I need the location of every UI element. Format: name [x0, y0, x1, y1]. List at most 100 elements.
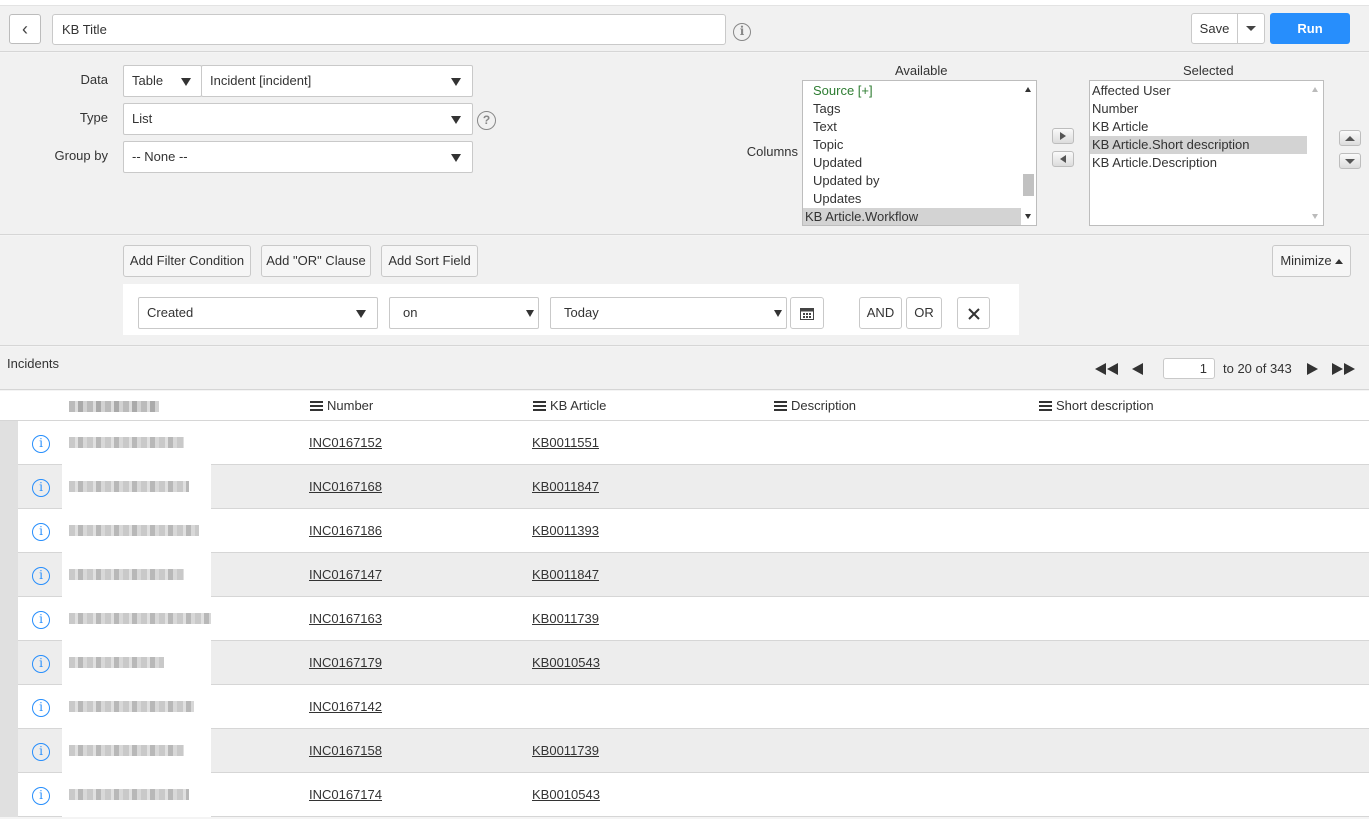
row-gutter: [0, 553, 18, 597]
last-page-button[interactable]: [1332, 363, 1356, 375]
available-item[interactable]: KB Article.Workflow: [803, 208, 1022, 225]
selected-item[interactable]: KB Article: [1090, 118, 1323, 136]
info-icon[interactable]: i: [32, 743, 50, 761]
incident-number-link[interactable]: INC0167174: [309, 787, 382, 802]
filter-condition-row: Created on Today AND OR: [123, 284, 1019, 335]
available-item[interactable]: Tags: [803, 100, 1036, 118]
arrow-left-icon: [1060, 155, 1066, 163]
add-column-button[interactable]: [1052, 128, 1074, 144]
add-filter-condition-button[interactable]: Add Filter Condition: [123, 245, 251, 277]
add-or-clause-button[interactable]: Add "OR" Clause: [261, 245, 371, 277]
add-sort-field-button[interactable]: Add Sort Field: [381, 245, 478, 277]
available-item[interactable]: Updated: [803, 154, 1036, 172]
kb-article-link[interactable]: KB0011847: [532, 567, 599, 582]
incident-number-link[interactable]: INC0167186: [309, 523, 382, 538]
selected-item[interactable]: KB Article.Description: [1090, 154, 1323, 172]
column-menu-icon[interactable]: [310, 400, 323, 411]
kb-article-link[interactable]: KB0011739: [532, 611, 599, 626]
table-row: i INC0167179 KB0010543: [0, 641, 1369, 685]
row-gutter: [0, 421, 18, 465]
and-button[interactable]: AND: [859, 297, 902, 329]
selected-scrollbar[interactable]: [1308, 81, 1323, 225]
selected-header: Selected: [1183, 63, 1234, 78]
available-item[interactable]: Text: [803, 118, 1036, 136]
column-menu-icon[interactable]: [533, 400, 546, 411]
filter-field-select[interactable]: Created: [138, 297, 378, 329]
available-item[interactable]: Topic: [803, 136, 1036, 154]
column-header-kb-article[interactable]: KB Article: [533, 398, 606, 413]
info-icon[interactable]: i: [733, 23, 751, 41]
data-source-select[interactable]: Table: [123, 65, 202, 97]
available-scrollbar[interactable]: [1021, 81, 1036, 225]
page-number-input[interactable]: 1: [1163, 358, 1215, 379]
info-icon[interactable]: i: [32, 699, 50, 717]
incident-number-link[interactable]: INC0167147: [309, 567, 382, 582]
info-icon[interactable]: i: [32, 567, 50, 585]
delete-condition-button[interactable]: [957, 297, 990, 329]
next-page-button[interactable]: [1307, 363, 1318, 375]
filter-value-select[interactable]: Today: [550, 297, 787, 329]
incident-number-link[interactable]: INC0167163: [309, 611, 382, 626]
prev-page-button[interactable]: [1132, 363, 1143, 375]
info-icon[interactable]: i: [32, 611, 50, 629]
incident-number-link[interactable]: INC0167168: [309, 479, 382, 494]
kb-article-link[interactable]: KB0011847: [532, 479, 599, 494]
available-item[interactable]: Updated by: [803, 172, 1036, 190]
kb-article-link[interactable]: KB0010543: [532, 655, 600, 670]
data-table-select[interactable]: Incident [incident]: [201, 65, 473, 97]
info-icon[interactable]: i: [32, 655, 50, 673]
incident-number-link[interactable]: INC0167142: [309, 699, 382, 714]
column-menu-icon[interactable]: [1039, 400, 1052, 411]
blurred-cell: [62, 421, 211, 465]
selected-item[interactable]: Affected User: [1090, 82, 1323, 100]
row-gutter: [0, 685, 18, 729]
column-header-description[interactable]: Description: [774, 398, 856, 413]
save-button[interactable]: Save: [1191, 13, 1238, 44]
column-header-short-description[interactable]: Short description: [1039, 398, 1154, 413]
incident-number-link[interactable]: INC0167158: [309, 743, 382, 758]
filter-operator-select[interactable]: on: [389, 297, 539, 329]
info-icon[interactable]: i: [32, 787, 50, 805]
save-options-button[interactable]: [1237, 13, 1265, 44]
selected-item[interactable]: KB Article.Short description: [1090, 136, 1307, 154]
first-page-button[interactable]: [1095, 363, 1119, 375]
incident-number-link[interactable]: INC0167179: [309, 655, 382, 670]
available-item[interactable]: Updates: [803, 190, 1036, 208]
row-gutter: [0, 509, 18, 553]
info-icon[interactable]: i: [32, 523, 50, 541]
next-page-icon: [1307, 363, 1318, 375]
move-down-button[interactable]: [1339, 153, 1361, 169]
help-icon[interactable]: ?: [477, 111, 496, 130]
type-select[interactable]: List: [123, 103, 473, 135]
selected-item[interactable]: Number: [1090, 100, 1323, 118]
report-header: ‹ KB Title i Save Run: [0, 6, 1369, 52]
available-columns-list[interactable]: Source [+] Tags Text Topic Updated Updat…: [802, 80, 1037, 226]
or-button[interactable]: OR: [906, 297, 942, 329]
column-header-number[interactable]: Number: [310, 398, 373, 413]
kb-article-link[interactable]: KB0010543: [532, 787, 600, 802]
run-button[interactable]: Run: [1270, 13, 1350, 44]
remove-column-button[interactable]: [1052, 151, 1074, 167]
selected-columns-list[interactable]: Affected User Number KB Article KB Artic…: [1089, 80, 1324, 226]
kb-article-link[interactable]: KB0011551: [532, 435, 599, 450]
back-button[interactable]: ‹: [9, 14, 41, 44]
available-item[interactable]: Source [+]: [803, 82, 1036, 100]
kb-article-link[interactable]: KB0011393: [532, 523, 599, 538]
row-gutter: [0, 597, 18, 641]
calendar-button[interactable]: [790, 297, 824, 329]
table-row: i INC0167168 KB0011847: [0, 465, 1369, 509]
info-icon[interactable]: i: [32, 435, 50, 453]
column-header-label: KB Article: [550, 398, 607, 413]
info-icon[interactable]: i: [32, 479, 50, 497]
move-up-button[interactable]: [1339, 130, 1361, 146]
calendar-icon: [800, 308, 814, 321]
kb-article-link[interactable]: KB0011739: [532, 743, 599, 758]
minimize-button[interactable]: Minimize: [1272, 245, 1351, 277]
report-title-input[interactable]: KB Title: [52, 14, 726, 45]
incident-number-link[interactable]: INC0167152: [309, 435, 382, 450]
filter-value-value: Today: [564, 305, 599, 320]
row-gutter: [0, 465, 18, 509]
dropdown-arrow-icon: [526, 310, 534, 317]
groupby-select[interactable]: -- None --: [123, 141, 473, 173]
column-menu-icon[interactable]: [774, 400, 787, 411]
